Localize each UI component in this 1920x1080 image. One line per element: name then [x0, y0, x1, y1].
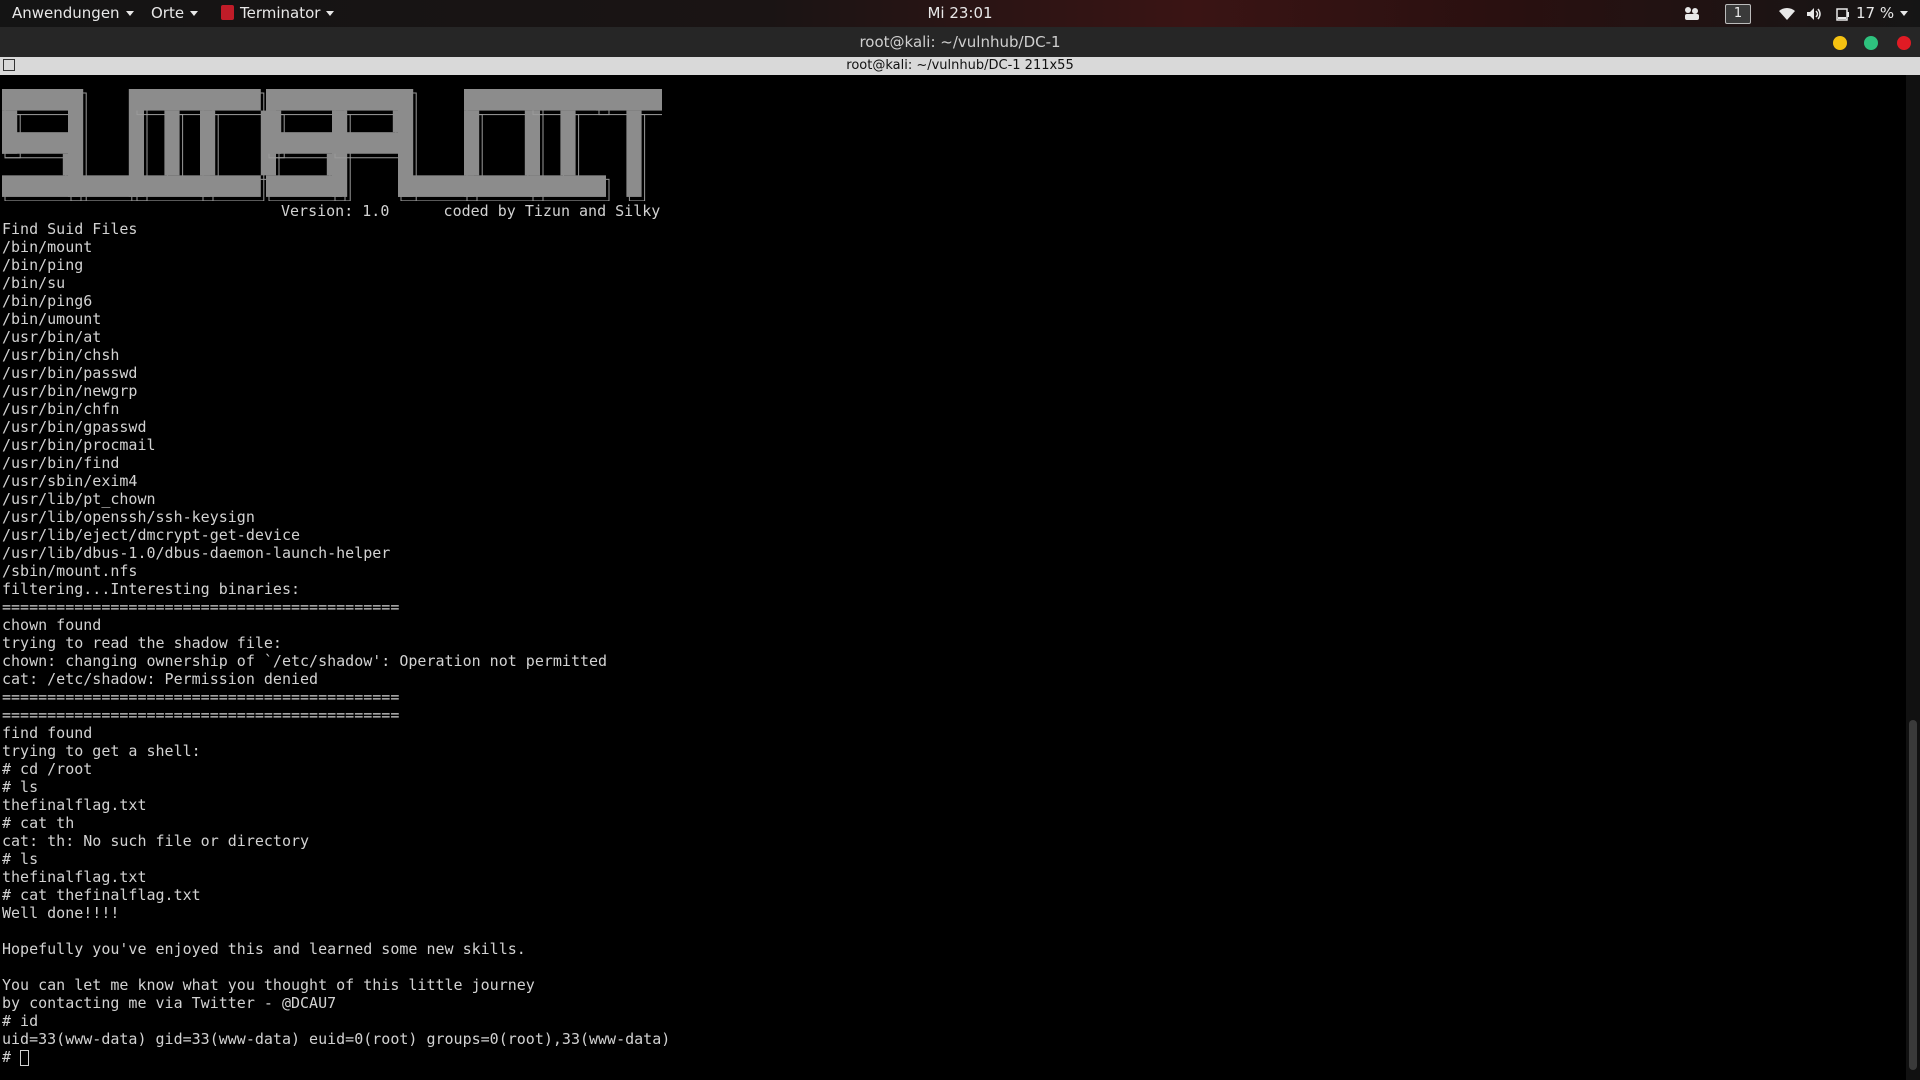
terminal-line: Hopefully you've enjoyed this and learne… — [2, 940, 526, 958]
terminal-line: /usr/lib/dbus-1.0/dbus-daemon-launch-hel… — [2, 544, 391, 562]
banner-block — [2, 132, 78, 154]
suidsploit-banner — [2, 89, 662, 201]
terminal-line: chown found — [2, 616, 102, 634]
battery-icon[interactable] — [1835, 0, 1851, 27]
terminal-line: cat: th: No such file or directory — [2, 832, 310, 850]
maximize-button[interactable] — [1864, 36, 1878, 50]
banner-block — [134, 89, 210, 111]
terminal-line: ========================================… — [2, 706, 400, 724]
window-title: root@kali: ~/vulnhub/DC-1 — [859, 33, 1061, 51]
minimize-button[interactable] — [1833, 36, 1847, 50]
terminal-line: trying to read the shadow file: — [2, 634, 282, 652]
terminal-line: /usr/lib/pt_chown — [2, 490, 156, 508]
terminal-line: find found — [2, 724, 93, 742]
wifi-icon[interactable] — [1778, 0, 1796, 27]
terminal-line: # ls — [2, 778, 39, 796]
scrollbar-thumb[interactable] — [1909, 720, 1917, 1070]
terminal-line: cat: /etc/shadow: Permission denied — [2, 670, 319, 688]
terminal-line: Find Suid Files — [2, 220, 138, 238]
terminal-line: by contacting me via Twitter - @DCAU7 — [2, 994, 337, 1012]
banner-block — [464, 110, 480, 176]
shell-prompt[interactable]: # — [2, 1048, 30, 1066]
terminal-line: thefinalflag.txt — [2, 796, 147, 814]
banner-block — [626, 110, 642, 197]
terminal-line: /usr/sbin/exim4 — [2, 472, 138, 490]
banner-block — [464, 89, 540, 111]
terminal-titlebar[interactable]: root@kali: ~/vulnhub/DC-1 211x55 — [0, 57, 1920, 75]
terminal-line: ========================================… — [2, 688, 400, 706]
terminal-line: thefinalflag.txt — [2, 868, 147, 886]
banner-block — [134, 175, 210, 197]
terminal-line: # cd /root — [2, 760, 93, 778]
terminal-line: /usr/bin/passwd — [2, 364, 138, 382]
terminal-line: chown: changing ownership of `/etc/shado… — [2, 652, 608, 670]
terminal-title: root@kali: ~/vulnhub/DC-1 211x55 — [846, 58, 1074, 73]
clock[interactable]: Mi 23:01 — [0, 0, 1920, 27]
terminal-lines: Find Suid Files/bin/mount/bin/ping/bin/s… — [2, 220, 670, 1048]
terminal-line: /usr/bin/newgrp — [2, 382, 138, 400]
window-titlebar[interactable]: root@kali: ~/vulnhub/DC-1 — [0, 27, 1920, 57]
terminal-line: # ls — [2, 850, 39, 868]
banner-block — [200, 110, 216, 176]
terminal-line: /usr/bin/at — [2, 328, 102, 346]
terminal-line: /bin/su — [2, 274, 66, 292]
terminal-output[interactable]: Version: 1.0 coded by Tizun and Silky Fi… — [0, 75, 1906, 1080]
terminal-line: /usr/bin/find — [2, 454, 120, 472]
close-button[interactable] — [1897, 36, 1911, 50]
top-bar: Anwendungen Orte Terminator Mi 23:01 1 1… — [0, 0, 1920, 27]
accessibility-icon[interactable] — [1683, 0, 1701, 27]
terminal-line: /bin/mount — [2, 238, 93, 256]
banner-block — [266, 175, 342, 197]
banner-block — [266, 89, 342, 111]
terminal-line: You can let me know what you thought of … — [2, 976, 535, 994]
terminal-line: /usr/bin/chsh — [2, 346, 120, 364]
banner-block — [2, 175, 78, 197]
terminal-line: /bin/umount — [2, 310, 102, 328]
banner-block — [530, 175, 606, 197]
terminal-line: # cat thefinalflag.txt — [2, 886, 201, 904]
banner-block — [200, 175, 261, 197]
banner-block — [464, 175, 540, 197]
banner-block — [266, 132, 342, 154]
banner-block — [596, 89, 662, 111]
terminal-line: /sbin/mount.nfs — [2, 562, 138, 580]
banner-block — [398, 175, 474, 197]
terminal-line: trying to get a shell: — [2, 742, 201, 760]
version-line: Version: 1.0 coded by Tizun and Silky — [281, 202, 661, 220]
terminal-line: /usr/bin/chfn — [2, 400, 120, 418]
banner-block — [524, 110, 540, 176]
terminal-scrollbar[interactable] — [1906, 75, 1920, 1080]
banner-block — [68, 175, 144, 197]
workspace-indicator[interactable]: 1 — [1725, 4, 1751, 24]
system-menu-chevron-icon[interactable] — [1900, 0, 1908, 27]
banner-block — [560, 110, 576, 176]
terminal-line: /bin/ping6 — [2, 292, 93, 310]
volume-icon[interactable] — [1805, 0, 1823, 27]
banner-block — [164, 110, 180, 176]
terminal-line: filtering...Interesting binaries: — [2, 580, 301, 598]
terminal-line: /usr/lib/eject/dmcrypt-get-device — [2, 526, 301, 544]
banner-block — [332, 132, 408, 154]
terminal-line: /bin/ping — [2, 256, 84, 274]
terminal-line: /usr/bin/procmail — [2, 436, 156, 454]
terminal-line: /usr/lib/openssh/ssh-keysign — [2, 508, 255, 526]
terminal-line: # id — [2, 1012, 39, 1030]
battery-percentage[interactable]: 17 % — [1856, 0, 1894, 27]
banner-block — [530, 89, 606, 111]
terminal-line: uid=33(www-data) gid=33(www-data) euid=0… — [2, 1030, 671, 1048]
prompt-symbol: # — [2, 1048, 21, 1066]
terminal-line: Well done!!!! — [2, 904, 120, 922]
terminal-line: /usr/bin/gpasswd — [2, 418, 147, 436]
terminal-line: ========================================… — [2, 598, 400, 616]
banner-block — [200, 89, 261, 111]
text-cursor — [20, 1049, 30, 1066]
terminal-line: # cat th — [2, 814, 75, 832]
banner-block — [332, 89, 408, 111]
banner-block — [2, 89, 78, 111]
